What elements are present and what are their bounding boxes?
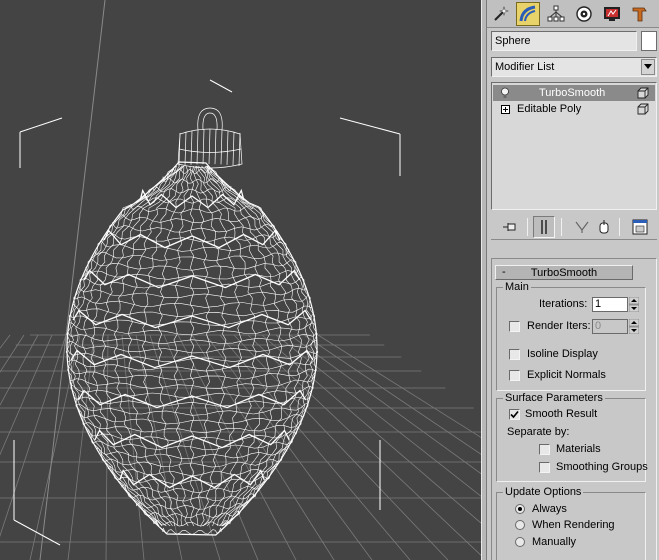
toolbar-separator	[619, 218, 620, 236]
smooth-result-label: Smooth Result	[525, 408, 598, 420]
group-update-options: Update Options Always When Rendering Man…	[496, 486, 646, 560]
group-title-update: Update Options	[503, 486, 584, 498]
modify-icon	[519, 5, 536, 22]
display-icon	[604, 7, 620, 21]
tab-modify[interactable]	[516, 2, 540, 26]
make-unique-button[interactable]	[571, 216, 593, 238]
chevron-down-icon	[644, 64, 652, 69]
world-axis-line	[39, 0, 106, 560]
radio-when-rendering[interactable]	[515, 520, 525, 530]
lightbulb-icon[interactable]	[499, 87, 511, 99]
render-iters-input[interactable]: 0	[592, 319, 628, 334]
group-title-surface: Surface Parameters	[503, 392, 605, 404]
show-end-result-button[interactable]	[533, 216, 555, 238]
tab-create[interactable]	[489, 2, 513, 26]
modifier-list-label: Modifier List	[495, 61, 555, 73]
make-unique-icon	[575, 221, 589, 233]
separate-by-label: Separate by:	[507, 426, 570, 438]
radio-manually[interactable]	[515, 537, 525, 547]
stack-item-label: TurboSmooth	[539, 87, 606, 99]
end-result-icon	[541, 220, 547, 234]
create-icon	[494, 6, 509, 21]
hierarchy-icon	[547, 5, 565, 22]
radio-when-rendering-label: When Rendering	[532, 519, 615, 531]
stack-item-turbosmooth[interactable]: TurboSmooth	[493, 85, 655, 101]
radio-always-label: Always	[532, 503, 567, 515]
iterations-label: Iterations:	[539, 298, 588, 310]
render-iters-spinner[interactable]	[629, 319, 639, 334]
render-iters-checkbox[interactable]	[509, 321, 520, 332]
toolbar-separator	[561, 218, 562, 236]
isoline-display-label: Isoline Display	[527, 348, 598, 360]
motion-icon	[576, 6, 592, 22]
command-panel: Sphere Modifier List TurboSmooth Editabl…	[487, 0, 659, 560]
explicit-normals-label: Explicit Normals	[527, 369, 606, 381]
perspective-viewport[interactable]	[0, 0, 481, 560]
remove-modifier-button[interactable]	[593, 216, 615, 238]
modifier-stack[interactable]: TurboSmooth Editable Poly	[491, 82, 657, 210]
radio-always[interactable]	[515, 504, 525, 514]
smoothing-groups-checkbox[interactable]	[539, 462, 550, 473]
viewport-scene[interactable]	[0, 0, 481, 560]
tab-motion[interactable]	[572, 2, 596, 26]
modifier-list-dropdown[interactable]: Modifier List	[491, 57, 657, 77]
object-color-swatch[interactable]	[641, 31, 657, 51]
object-name-field[interactable]: Sphere	[491, 31, 637, 51]
smooth-result-checkbox[interactable]	[509, 409, 520, 420]
radio-manually-label: Manually	[532, 536, 577, 548]
utilities-icon	[632, 7, 647, 22]
group-surface-parameters: Surface Parameters Smooth Result Separat…	[496, 392, 648, 482]
stack-item-editable-poly[interactable]: Editable Poly	[493, 101, 655, 117]
command-panel-tabs	[487, 0, 659, 28]
rollout-title: TurboSmooth	[530, 267, 598, 279]
turbosmooth-rollout: - TurboSmooth Main Iterations: 1 Render …	[491, 258, 657, 560]
explicit-normals-checkbox[interactable]	[509, 370, 520, 381]
materials-checkbox[interactable]	[539, 444, 550, 455]
configure-sets-icon	[632, 219, 648, 235]
ornament-wireframe-mesh	[65, 161, 319, 536]
materials-label: Materials	[556, 443, 601, 455]
ornament-cap	[177, 107, 243, 169]
pin-stack-button[interactable]	[499, 216, 521, 238]
tab-hierarchy[interactable]	[544, 2, 568, 26]
group-main: Main Iterations: 1 Render Iters: 0 Isoli…	[496, 281, 646, 391]
isoline-display-checkbox[interactable]	[509, 349, 520, 360]
toolbar-separator	[527, 218, 528, 236]
pin-icon	[503, 223, 516, 231]
render-iters-label: Render Iters:	[527, 320, 591, 332]
tab-display[interactable]	[600, 2, 624, 26]
group-title-main: Main	[503, 281, 531, 293]
iterations-spinner[interactable]	[629, 297, 639, 312]
smoothing-groups-label: Smoothing Groups	[556, 461, 648, 473]
stack-toolbar	[491, 214, 657, 240]
rollout-header[interactable]: - TurboSmooth	[495, 265, 633, 280]
remove-modifier-icon	[599, 220, 609, 234]
dropdown-arrow[interactable]	[641, 59, 655, 75]
show-end-result-icon[interactable]	[637, 87, 649, 102]
checkmark-icon	[510, 410, 519, 419]
show-end-result-icon[interactable]	[637, 103, 649, 118]
expand-plus-icon[interactable]	[499, 103, 511, 115]
iterations-input[interactable]: 1	[592, 297, 628, 312]
stack-item-label: Editable Poly	[517, 103, 582, 115]
configure-modifier-sets-button[interactable]	[629, 216, 651, 238]
tab-utilities[interactable]	[628, 2, 652, 26]
